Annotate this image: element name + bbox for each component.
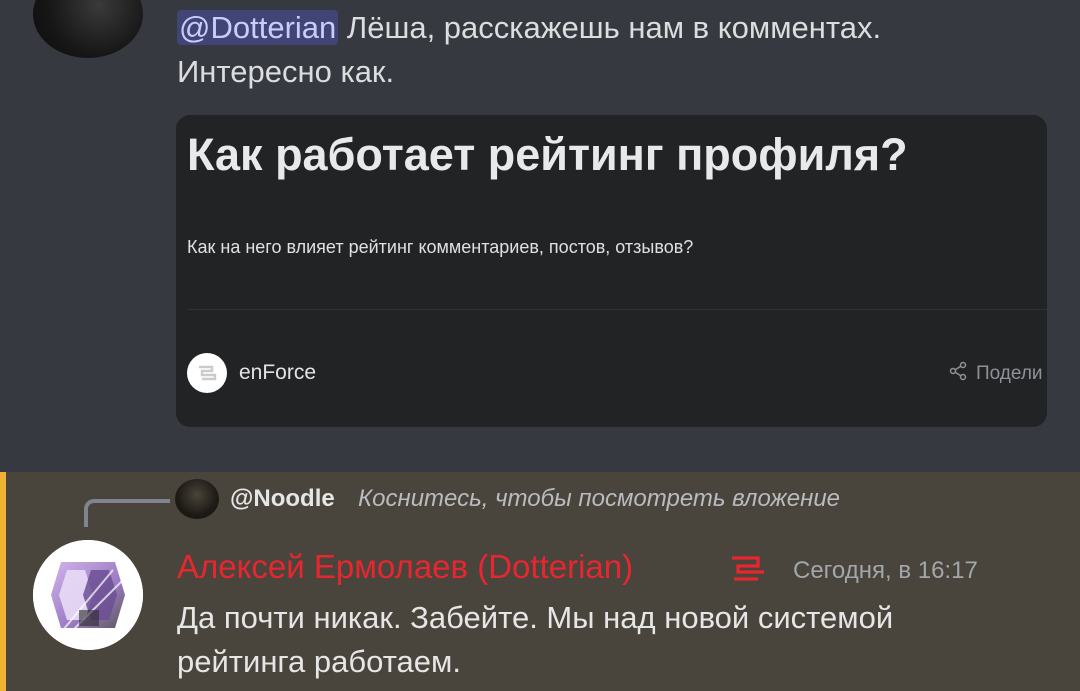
embed-divider [187, 309, 1047, 310]
message-text-line1: Лёша, расскажешь нам в комментах. [338, 10, 882, 45]
user-avatar[interactable] [33, 0, 143, 58]
share-button[interactable]: Подели [948, 361, 1043, 387]
embed-brand-name: enForce [239, 361, 317, 384]
embed-description: Как на него влияет рейтинг комментариев,… [187, 237, 694, 257]
message-text-line1: Да почти никак. Забейте. Мы над новой си… [177, 600, 894, 635]
share-label: Подели [976, 363, 1043, 384]
embed-title[interactable]: Как работает рейтинг профиля? [187, 129, 908, 181]
message-content: Да почти никак. Забейте. Мы над новой си… [177, 596, 1057, 684]
link-embed[interactable]: Как работает рейтинг профиля? Как на нег… [176, 115, 1047, 427]
author-name[interactable]: Алексей Ермолаев (Dotterian) [177, 548, 633, 586]
message-content: @Dotterian Лёша, расскажешь нам в коммен… [177, 6, 1057, 94]
reply-preview-text[interactable]: Коснитесь, чтобы посмотреть вложение [358, 485, 840, 513]
reply-avatar[interactable] [175, 479, 219, 519]
user-mention[interactable]: @Dotterian [177, 10, 339, 45]
message-text-line2: рейтинга работаем. [177, 644, 461, 679]
mention-highlight-bar [0, 472, 6, 691]
message-text-line2: Интересно как. [177, 54, 395, 89]
reply-connector [84, 499, 170, 527]
enforce-role-icon[interactable] [728, 554, 768, 582]
message-timestamp: Сегодня, в 16:17 [793, 557, 978, 584]
reply-author[interactable]: @Noodle [230, 485, 335, 513]
message-top: @Dotterian Лёша, расскажешь нам в коммен… [0, 0, 1080, 472]
author-avatar[interactable] [33, 540, 143, 650]
enforce-logo-icon [187, 353, 227, 393]
message-bottom-highlighted: @Noodle Коснитесь, чтобы посмотреть влож… [0, 472, 1080, 691]
share-icon [948, 361, 968, 387]
